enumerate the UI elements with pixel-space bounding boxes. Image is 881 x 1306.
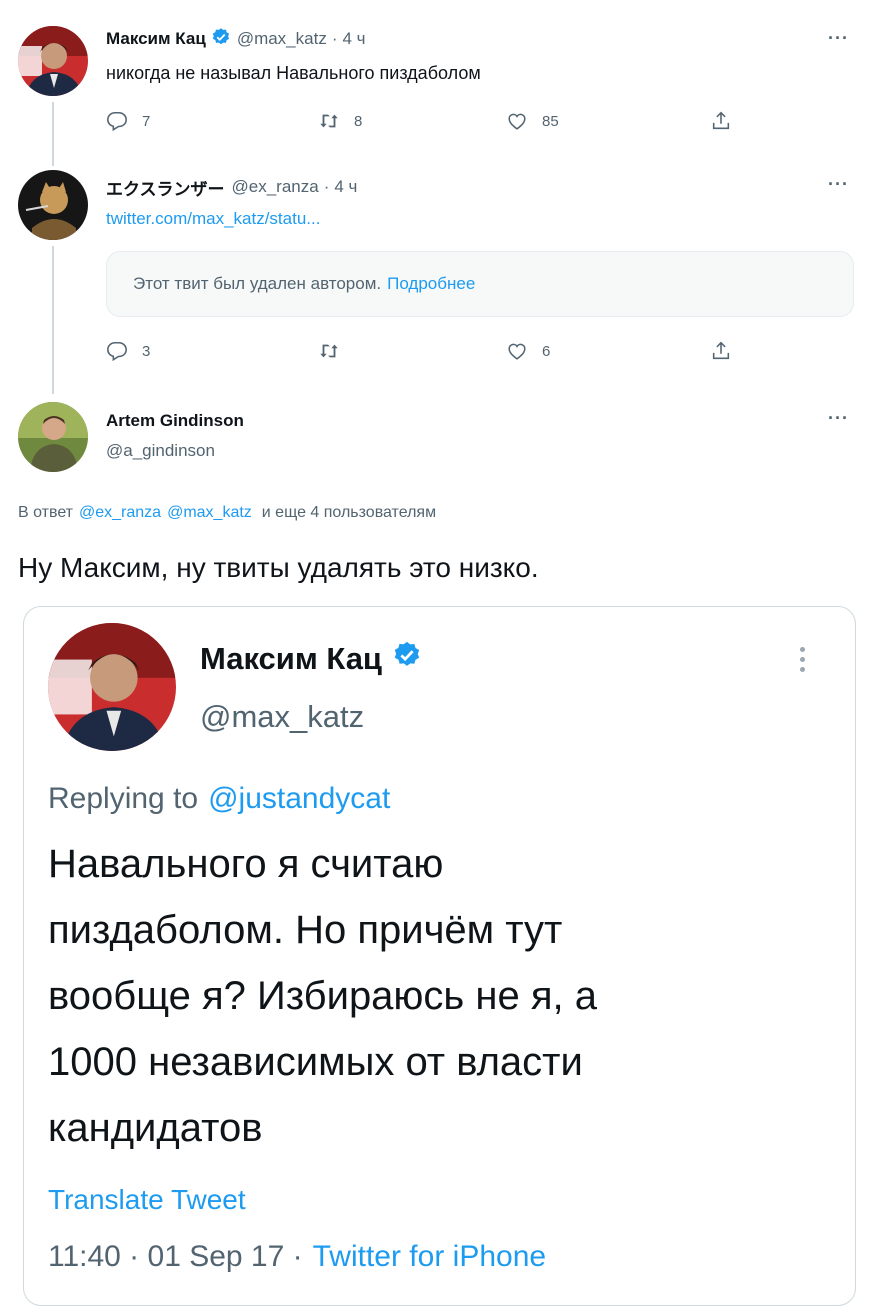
tweet-actions: 7 8 85: [106, 110, 746, 134]
replying-to: Replying to @justandycat: [48, 779, 390, 819]
like-count: 85: [542, 112, 559, 130]
replying-mention: @justandycat: [208, 782, 391, 815]
verified-badge-icon: [392, 640, 422, 678]
reply-icon: [107, 341, 127, 362]
like-button[interactable]: 85: [506, 110, 559, 132]
reply-button[interactable]: 3: [106, 340, 150, 362]
quoted-text-line: кандидатов: [48, 1106, 263, 1150]
tweet-timestamp: 11:40 · 01 Sep 17 ·: [48, 1240, 303, 1273]
like-count: 6: [542, 342, 551, 360]
retweet-button[interactable]: 8: [318, 110, 362, 132]
quoted-text-line: пиздаболом. Но причём тут: [48, 908, 563, 952]
reply-suffix: и еще 4 пользователям: [261, 504, 437, 521]
tweet-text: никогда не называл Навального пиздаболом: [106, 62, 481, 83]
reply-count: 3: [142, 342, 151, 360]
tweet-time[interactable]: 4 ч: [334, 177, 357, 197]
tweet-link[interactable]: twitter.com/max_katz/statu...: [106, 206, 320, 232]
share-button[interactable]: [710, 110, 732, 132]
author-name[interactable]: エクスランザー: [106, 175, 225, 200]
author-handle[interactable]: @a_gindinson: [106, 438, 215, 464]
quoted-text-line: 1000 независимых от власти: [48, 1040, 583, 1084]
quoted-text: Навального я считаю пиздаболом. Но причё…: [48, 831, 597, 1161]
avatar[interactable]: [18, 402, 88, 472]
reply-text: Ну Максим, ну твиты удалять это низко.: [18, 552, 539, 583]
heart-icon: [508, 343, 526, 360]
tweet-meta: 11:40 · 01 Sep 17 · Twitter for iPhone: [48, 1237, 546, 1277]
retweet-button[interactable]: [318, 340, 340, 362]
reply-context: В ответ @ex_ranza @max_katz и еще 4 поль…: [18, 500, 436, 526]
deleted-tweet-notice: Этот твит был удален автором. Подробнее: [106, 251, 854, 317]
retweet-icon: [320, 114, 338, 128]
more-dots-icon[interactable]: ···: [828, 408, 849, 429]
mention-link[interactable]: @ex_ranza: [79, 504, 161, 522]
avatar[interactable]: [18, 170, 88, 240]
author-name[interactable]: Artem Gindinson: [106, 408, 244, 434]
quoted-text-line: вообще я? Избираюсь не я, а: [48, 974, 597, 1018]
reply-icon: [107, 111, 127, 132]
learn-more-link[interactable]: Подробнее: [387, 274, 475, 294]
more-dots-icon[interactable]: ···: [828, 174, 849, 195]
thread-line: [52, 246, 54, 394]
like-button[interactable]: 6: [506, 340, 550, 362]
reply-prefix: В ответ: [18, 504, 74, 521]
reply-button[interactable]: 7: [106, 110, 150, 132]
author-name[interactable]: Максим Кац: [106, 29, 206, 49]
avatar[interactable]: [18, 26, 88, 96]
author-handle[interactable]: @max_katz: [237, 29, 327, 49]
retweet-count: 8: [354, 112, 363, 130]
verified-badge-icon: [211, 27, 231, 52]
more-dots-icon[interactable]: ···: [828, 28, 849, 49]
share-icon: [712, 111, 730, 130]
tweet-actions: 3 6: [106, 340, 746, 364]
thread-line: [52, 102, 54, 166]
reply-count: 7: [142, 112, 151, 130]
deleted-text: Этот твит был удален автором.: [133, 274, 382, 293]
author-handle[interactable]: @ex_ranza: [232, 177, 319, 197]
mention-link[interactable]: @max_katz: [167, 504, 252, 522]
share-button[interactable]: [710, 340, 732, 362]
avatar: [48, 623, 176, 751]
tweet-time[interactable]: 4 ч: [343, 29, 366, 49]
replying-prefix: Replying to: [48, 782, 199, 815]
separator-dot: ·: [323, 177, 330, 196]
tweet-source: Twitter for iPhone: [312, 1240, 547, 1273]
more-vertical-icon: [800, 647, 808, 672]
quoted-author-handle: @max_katz: [200, 699, 365, 734]
separator-dot: ·: [331, 29, 338, 48]
retweet-icon: [320, 344, 338, 358]
heart-icon: [508, 113, 526, 130]
quoted-tweet-image[interactable]: Максим Кац @max_katz Replying to @justan…: [23, 606, 856, 1306]
quoted-text-line: Навального я считаю: [48, 842, 444, 886]
share-icon: [712, 341, 730, 360]
translate-tweet-link: Translate Tweet: [48, 1184, 246, 1215]
quoted-author-name: Максим Кац: [200, 641, 382, 676]
